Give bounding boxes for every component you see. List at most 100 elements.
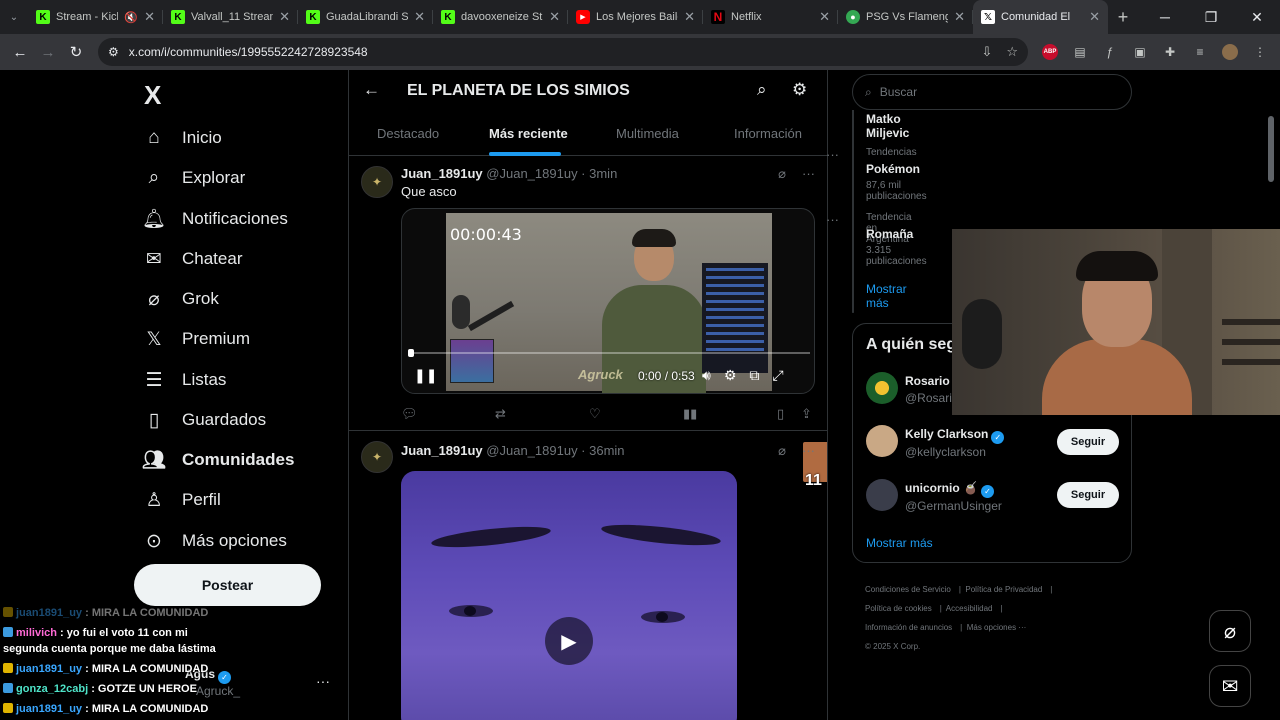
follow-button[interactable]: Seguir bbox=[1057, 482, 1119, 508]
more-icon[interactable]: ··· bbox=[826, 212, 839, 227]
close-tab-icon[interactable]: ✕ bbox=[414, 9, 425, 25]
post-author[interactable]: Juan_1891uy @Juan_1891uy · 36min bbox=[401, 443, 625, 458]
video-progress-bar[interactable] bbox=[408, 349, 810, 357]
user-name[interactable]: Rosario bbox=[905, 374, 950, 388]
footer-link[interactable]: Política de Privacidad bbox=[965, 585, 1042, 594]
puzzle-icon[interactable]: ✚ bbox=[1162, 44, 1178, 60]
grok-fab-icon[interactable]: ⌀ bbox=[1209, 610, 1251, 652]
sidebar-item-notificaciones[interactable]: 🔔︎ Notificaciones bbox=[142, 207, 288, 231]
close-window-icon[interactable]: ✕ bbox=[1234, 0, 1280, 34]
sidebar-item-listas[interactable]: ☰ Listas bbox=[142, 368, 226, 392]
footer-link[interactable]: Condiciones de Servicio bbox=[865, 585, 951, 594]
avatar[interactable]: ✦ bbox=[361, 166, 393, 198]
post-button[interactable]: Postear bbox=[134, 564, 321, 606]
pip-icon[interactable]: ⧉ bbox=[749, 367, 759, 384]
close-tab-icon[interactable]: ✕ bbox=[1089, 9, 1100, 25]
reload-icon[interactable]: ↻ bbox=[62, 38, 90, 66]
pause-icon[interactable]: ❚❚ bbox=[414, 367, 437, 384]
browser-tab[interactable]: N Netflix ✕ bbox=[703, 0, 838, 34]
avatar[interactable] bbox=[866, 425, 898, 457]
gear-icon[interactable]: ⚙ bbox=[792, 80, 807, 100]
browser-menu-icon[interactable]: ⋮ bbox=[1252, 44, 1268, 60]
close-tab-icon[interactable]: ✕ bbox=[954, 9, 965, 25]
extension-icon[interactable]: ▣ bbox=[1132, 44, 1148, 60]
bookmark-star-icon[interactable]: ☆ bbox=[1006, 44, 1018, 60]
close-tab-icon[interactable]: ✕ bbox=[684, 9, 695, 25]
browser-tab[interactable]: K GuadaLibrandi Stre ✕ bbox=[298, 0, 433, 34]
sidebar-item-explorar[interactable]: ⌕ Explorar bbox=[142, 166, 246, 190]
grok-icon[interactable]: ⌀ bbox=[778, 166, 786, 182]
avatar[interactable] bbox=[866, 479, 898, 511]
install-app-icon[interactable]: ⇩ bbox=[981, 44, 992, 60]
close-tab-icon[interactable]: ✕ bbox=[279, 9, 290, 25]
sidebar-item-perfil[interactable]: ♙ Perfil bbox=[142, 488, 220, 512]
user-name[interactable]: Kelly Clarkson ✓ bbox=[905, 427, 1005, 444]
trend-name[interactable]: Romaña bbox=[866, 227, 913, 241]
adblock-icon[interactable]: ABP bbox=[1042, 44, 1058, 60]
like-icon[interactable]: ♡ bbox=[589, 406, 601, 422]
avatar[interactable] bbox=[866, 372, 898, 404]
browser-tab[interactable]: K Stream - Kick 🔇 ✕ bbox=[28, 0, 163, 34]
back-arrow-icon[interactable]: ← bbox=[363, 80, 380, 100]
close-tab-icon[interactable]: ✕ bbox=[819, 9, 830, 25]
tab-multimedia[interactable]: Multimedia bbox=[616, 126, 679, 141]
address-bar[interactable]: ⚙ x.com/i/communities/199555224272892354… bbox=[98, 38, 1028, 66]
footer-link[interactable]: Política de cookies bbox=[865, 604, 932, 613]
footer-link[interactable]: Más opciones ··· bbox=[967, 623, 1027, 632]
volume-icon[interactable]: 🔊︎ bbox=[702, 367, 711, 384]
sidebar-item-mas-opciones[interactable]: ⊙ Más opciones bbox=[142, 529, 287, 553]
trend-name[interactable]: Matko Miljevic bbox=[866, 112, 909, 140]
fullscreen-icon[interactable]: ⤢ bbox=[772, 367, 783, 384]
tab-informacion[interactable]: Información bbox=[734, 126, 802, 141]
extension-icon[interactable]: ƒ bbox=[1102, 44, 1118, 60]
browser-tab[interactable]: ● PSG Vs Flamengo ✕ bbox=[838, 0, 973, 34]
more-icon[interactable]: ··· bbox=[802, 166, 815, 182]
show-more-link[interactable]: Mostrar más bbox=[866, 536, 933, 550]
site-info-icon[interactable]: ⚙ bbox=[108, 45, 119, 59]
muted-icon[interactable]: 🔇 bbox=[124, 11, 138, 24]
video-player[interactable]: ▶ bbox=[401, 471, 737, 720]
play-icon[interactable]: ▶ bbox=[545, 617, 593, 665]
extension-icon[interactable]: ▤ bbox=[1072, 44, 1088, 60]
share-icon[interactable]: ⇪ bbox=[801, 406, 812, 422]
search-input[interactable]: ⌕ Buscar bbox=[852, 74, 1132, 110]
sidebar-item-premium[interactable]: 𝕏 Premium bbox=[142, 327, 250, 351]
video-player[interactable]: 00:00:43 Agruck ❚❚ 0:00 / 0:53 🔊︎ ⚙ ⧉ ⤢ bbox=[401, 208, 815, 394]
trend-name[interactable]: Pokémon bbox=[866, 162, 920, 176]
media-icon[interactable]: ≡ bbox=[1192, 44, 1208, 60]
follow-button[interactable]: Seguir bbox=[1057, 429, 1119, 455]
sidebar-item-comunidades[interactable]: 👥︎ Comunidades bbox=[142, 448, 294, 472]
close-tab-icon[interactable]: ✕ bbox=[144, 9, 155, 25]
back-icon[interactable]: ← bbox=[6, 38, 34, 66]
sidebar-item-guardados[interactable]: ▯ Guardados bbox=[142, 408, 266, 432]
grok-icon[interactable]: ⌀ bbox=[778, 443, 786, 459]
settings-icon[interactable]: ⚙ bbox=[724, 367, 737, 384]
reply-icon[interactable]: 💬︎ bbox=[401, 406, 418, 422]
repost-icon[interactable]: ⇄ bbox=[495, 406, 506, 422]
messages-fab-icon[interactable]: ✉ bbox=[1209, 665, 1251, 707]
bookmark-icon[interactable]: ▯ bbox=[777, 406, 784, 422]
tab-mas-reciente[interactable]: Más reciente bbox=[489, 126, 568, 141]
footer-link[interactable]: Accesibilidad bbox=[946, 604, 993, 613]
x-logo-icon[interactable]: X bbox=[144, 80, 161, 111]
browser-tab-active[interactable]: 𝕏 Comunidad El ✕ bbox=[973, 0, 1108, 34]
post[interactable]: ✦ Juan_1891uy @Juan_1891uy · 3min ⌀ ··· Q… bbox=[349, 156, 827, 489]
browser-tab[interactable]: ▶ Los Mejores Baile ✕ bbox=[568, 0, 703, 34]
page-scrollbar[interactable] bbox=[1268, 116, 1274, 182]
tab-search-icon[interactable]: ⌄ bbox=[0, 0, 28, 34]
avatar[interactable]: ✦ bbox=[361, 441, 393, 473]
new-tab-icon[interactable]: + bbox=[1108, 0, 1138, 34]
post[interactable]: ✦ Juan_1891uy @Juan_1891uy · 36min ⌀ ··· … bbox=[349, 431, 827, 720]
close-tab-icon[interactable]: ✕ bbox=[549, 9, 560, 25]
profile-avatar-icon[interactable] bbox=[1222, 44, 1238, 60]
views-icon[interactable]: ▮▮ bbox=[683, 406, 697, 422]
browser-tab[interactable]: K davooxeneize Stre ✕ bbox=[433, 0, 568, 34]
footer-link[interactable]: Información de anuncios bbox=[865, 623, 952, 632]
show-more-link[interactable]: Mostrar más bbox=[866, 282, 907, 310]
post-author[interactable]: Juan_1891uy @Juan_1891uy · 3min bbox=[401, 166, 617, 181]
sidebar-item-grok[interactable]: ⌀ Grok bbox=[142, 287, 219, 311]
browser-tab[interactable]: K Valvall_11 Stream ✕ bbox=[163, 0, 298, 34]
sidebar-item-chatear[interactable]: ✉ Chatear bbox=[142, 247, 242, 271]
tab-destacado[interactable]: Destacado bbox=[377, 126, 439, 141]
progress-handle[interactable] bbox=[408, 349, 414, 357]
